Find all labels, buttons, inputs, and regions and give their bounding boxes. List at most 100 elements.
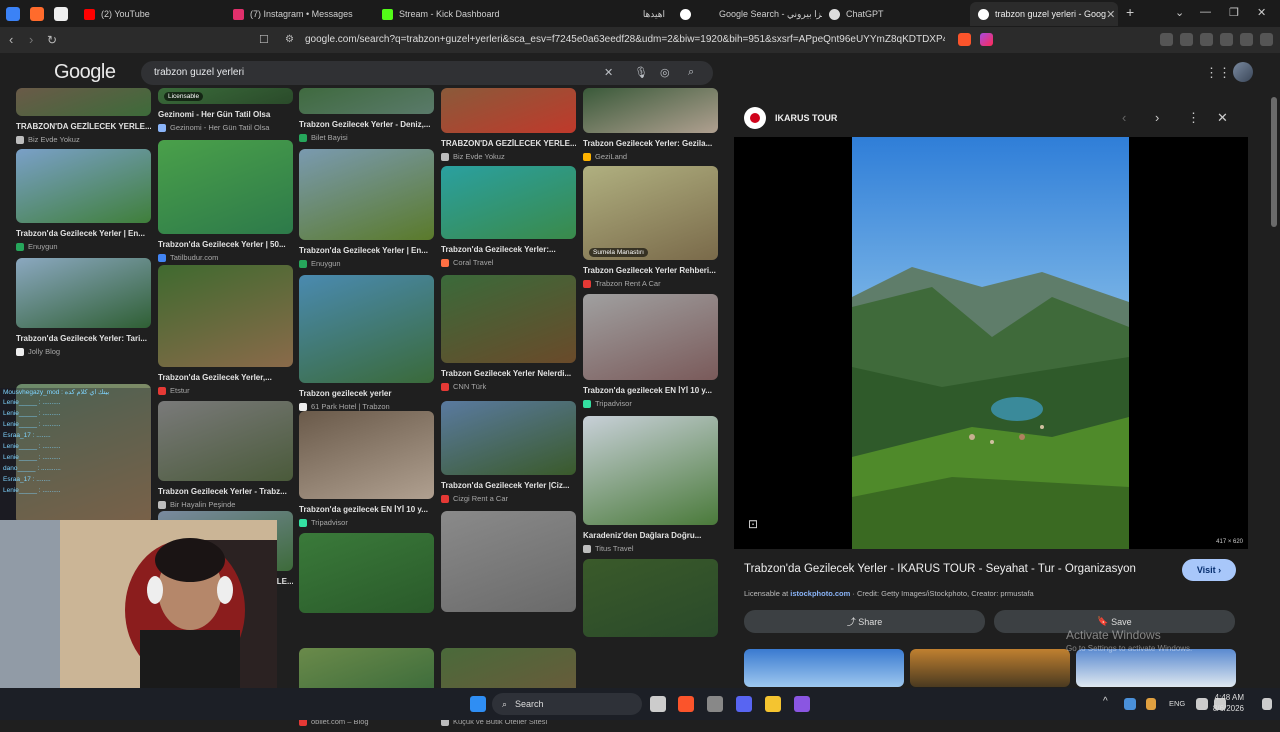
share-button[interactable]: ⤴ Share: [744, 610, 985, 633]
obs-icon[interactable]: [794, 696, 810, 712]
result-thumbnail[interactable]: [16, 88, 151, 116]
tab-search-icon[interactable]: ⌄: [1175, 6, 1184, 19]
google-logo[interactable]: Google: [54, 61, 116, 84]
preview-image-frame[interactable]: ⊡ 417 × 620: [734, 137, 1248, 549]
result-source[interactable]: Etstur: [158, 386, 190, 395]
bookmark-icon[interactable]: ☐: [259, 33, 269, 46]
taskbar-search[interactable]: ⌕ Search: [492, 693, 642, 715]
result-thumbnail[interactable]: [441, 275, 576, 363]
file-explorer-icon[interactable]: [765, 696, 781, 712]
image-result-card[interactable]: Trabzon'da gezilecek EN İYİ 10 y... Tripa…: [583, 294, 718, 414]
result-source[interactable]: 61 Park Hotel | Trabzon: [299, 402, 390, 411]
result-thumbnail[interactable]: [299, 275, 434, 383]
image-result-card[interactable]: Trabzon'da Gezilecek Yerler,... Etstur: [158, 265, 293, 401]
mic-icon[interactable]: 🎙: [634, 66, 648, 79]
result-thumbnail[interactable]: [583, 416, 718, 525]
site-info-icon[interactable]: ⚙: [285, 34, 294, 45]
vpn-icon[interactable]: [1240, 33, 1253, 46]
image-result-card[interactable]: Trabzon Gezilecek Yerler Nelerdi... CNN T…: [441, 275, 576, 397]
license-link[interactable]: istockphoto.com: [790, 589, 850, 598]
next-icon[interactable]: ›: [1155, 110, 1159, 125]
tab-google-pizza[interactable]: Google Search - بيتزا بيروني: [672, 2, 822, 26]
image-result-card[interactable]: Trabzon Gezilecek Yerler: Gezila... GeziL…: [583, 88, 718, 167]
result-title[interactable]: Trabzon'da Gezilecek Yerler | 50...: [158, 240, 293, 249]
preview-title[interactable]: Trabzon'da Gezilecek Yerler - IKARUS TOU…: [744, 563, 1174, 575]
result-source[interactable]: Tatilbudur.com: [158, 253, 218, 262]
result-thumbnail[interactable]: [441, 88, 576, 133]
lens-icon[interactable]: ◎: [660, 66, 670, 79]
image-result-card[interactable]: [583, 559, 718, 671]
publisher-header[interactable]: IKARUS TOUR: [744, 107, 837, 129]
image-result-card[interactable]: Trabzon'da Gezilecek Yerler | 50... Tatil…: [158, 140, 293, 268]
result-thumbnail[interactable]: [299, 88, 434, 114]
language-indicator[interactable]: ENG: [1169, 699, 1185, 708]
wallet-icon[interactable]: [1200, 33, 1213, 46]
brave-wallet-icon[interactable]: [30, 6, 44, 21]
mic-icon[interactable]: [1146, 698, 1156, 710]
image-result-card[interactable]: Trabzon Gezilecek Yerler - Trabz... Bir H…: [158, 401, 293, 515]
lens-search-icon[interactable]: ⊡: [748, 517, 758, 531]
result-title[interactable]: Trabzon gezilecek yerler: [299, 389, 434, 398]
result-thumbnail[interactable]: [583, 294, 718, 380]
tab-arabic[interactable]: اهيدها: [523, 2, 673, 26]
result-source[interactable]: GeziLand: [583, 152, 627, 161]
result-title[interactable]: Trabzon'da Gezilecek Yerler,...: [158, 373, 293, 382]
result-source[interactable]: Bilet Bayisi: [299, 133, 348, 142]
image-result-card[interactable]: TRABZON'DA GEZİLECEK YERLE... Biz Evde Yo…: [441, 88, 576, 167]
leo-ai-icon[interactable]: [1220, 33, 1233, 46]
result-title[interactable]: Trabzon'da Gezilecek Yerler |Ciz...: [441, 481, 576, 490]
notifications-icon[interactable]: [1262, 698, 1272, 710]
result-source[interactable]: Enuygun: [299, 259, 341, 268]
image-result-card[interactable]: TRABZON'DA GEZİLECEK YERLE... Biz Evde Yo…: [16, 88, 151, 150]
tab-instagram[interactable]: (7) Instagram • Messages: [225, 2, 375, 26]
result-title[interactable]: Trabzon Gezilecek Yerler Rehberi...: [583, 266, 718, 275]
related-image[interactable]: [910, 649, 1070, 687]
network-icon[interactable]: [1196, 698, 1208, 710]
result-source[interactable]: Bir Hayalin Peşinde: [158, 500, 235, 509]
image-result-card[interactable]: Trabzon'da Gezilecek Yerler | En... Enuyg…: [16, 149, 151, 257]
result-title[interactable]: Gezinomi - Her Gün Tatil Olsa: [158, 110, 293, 119]
result-title[interactable]: TRABZON'DA GEZİLECEK YERLE...: [16, 122, 151, 131]
result-thumbnail[interactable]: [583, 166, 718, 260]
apps-grid-icon[interactable]: ⋮⋮: [1205, 65, 1231, 81]
image-result-card[interactable]: Licensable Gezinomi - Her Gün Tatil Olsa G…: [158, 88, 293, 138]
result-source[interactable]: Enuygun: [16, 242, 58, 251]
sidebar-icon[interactable]: [1180, 33, 1193, 46]
result-thumbnail[interactable]: [16, 258, 151, 328]
result-thumbnail[interactable]: [158, 140, 293, 234]
result-thumbnail[interactable]: [441, 511, 576, 612]
tab-kick[interactable]: Stream - Kick Dashboard: [374, 2, 524, 26]
result-thumbnail[interactable]: [158, 401, 293, 481]
result-source[interactable]: Trabzon Rent A Car: [583, 279, 661, 288]
search-input[interactable]: trabzon guzel yerleri ✕ 🎙 ◎ ⌕: [141, 61, 713, 85]
menu-icon[interactable]: [1260, 33, 1273, 46]
related-image[interactable]: [1076, 649, 1236, 687]
back-icon[interactable]: ‹: [9, 32, 13, 47]
result-source[interactable]: Titus Travel: [583, 544, 633, 553]
result-title[interactable]: Trabzon'da gezilecek EN İYİ 10 y...: [299, 505, 434, 514]
avatar[interactable]: [1233, 62, 1253, 82]
new-tab-icon[interactable]: +: [1126, 4, 1134, 20]
forward-icon[interactable]: ›: [29, 32, 33, 47]
close-panel-icon[interactable]: ✕: [1217, 110, 1228, 126]
result-source[interactable]: Biz Evde Yokuz: [16, 135, 80, 144]
scrollbar-thumb[interactable]: [1271, 97, 1277, 227]
result-thumbnail[interactable]: [299, 149, 434, 240]
result-title[interactable]: Karadeniz'den Dağlara Doğru...: [583, 531, 718, 540]
image-result-card[interactable]: Trabzon'da Gezilecek Yerler | En... Enuyg…: [299, 149, 434, 274]
tab-youtube[interactable]: (2) YouTube: [76, 2, 226, 26]
result-title[interactable]: Trabzon Gezilecek Yerler: Gezila...: [583, 139, 718, 148]
brave-icon[interactable]: [678, 696, 694, 712]
result-title[interactable]: Trabzon'da Gezilecek Yerler: Tari...: [16, 334, 151, 343]
image-result-card[interactable]: Sumela Manastırı Trabzon Gezilecek Yerler…: [583, 166, 718, 294]
search-icon[interactable]: ⌕: [688, 66, 694, 79]
image-result-card[interactable]: Trabzon Gezilecek Yerler - Deniz,... Bile…: [299, 88, 434, 148]
result-thumbnail[interactable]: [16, 149, 151, 223]
result-source[interactable]: Tripadvisor: [583, 399, 632, 408]
maximize-icon[interactable]: ❐: [1229, 6, 1239, 19]
result-thumbnail[interactable]: [583, 88, 718, 133]
result-thumbnail[interactable]: [441, 166, 576, 239]
brave-rewards-icon[interactable]: [980, 33, 993, 46]
visit-button[interactable]: Visit ›: [1182, 559, 1236, 581]
clear-icon[interactable]: ✕: [604, 66, 613, 79]
